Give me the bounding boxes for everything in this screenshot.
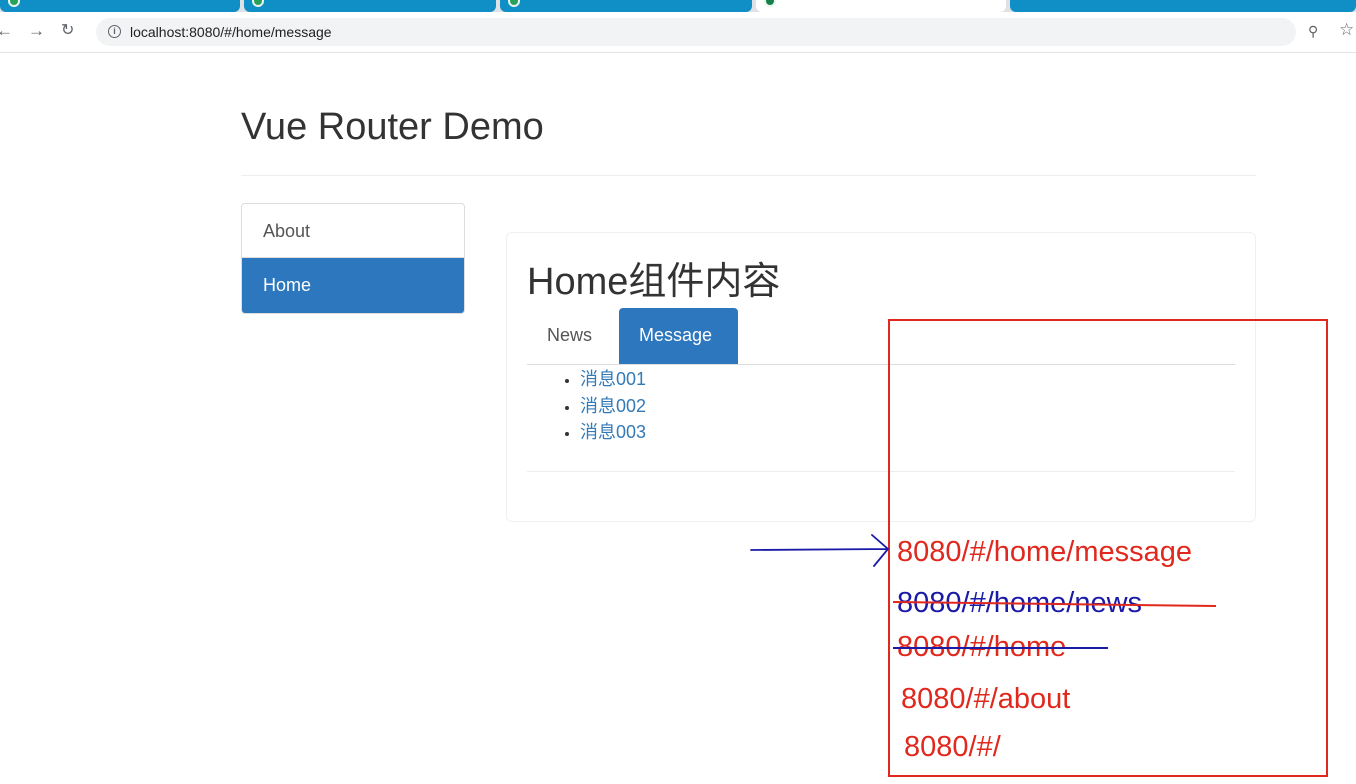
info-icon[interactable]: i bbox=[108, 25, 121, 38]
browser-tab[interactable] bbox=[0, 0, 240, 12]
annotation-arrow-icon bbox=[750, 534, 890, 567]
tab-message[interactable]: Message bbox=[619, 308, 738, 364]
url-text[interactable]: localhost:8080/#/home/message bbox=[130, 24, 332, 40]
zoom-icon[interactable]: ⚲ bbox=[1308, 23, 1318, 40]
reload-icon[interactable]: ↻ bbox=[61, 20, 74, 42]
message-list: 消息001 消息002 消息003 bbox=[562, 366, 646, 446]
favicon-icon bbox=[252, 0, 264, 7]
star-icon[interactable]: ☆ bbox=[1339, 20, 1354, 40]
title-divider bbox=[241, 175, 1256, 176]
annotation-route-home-message: 8080/#/home/message bbox=[897, 536, 1193, 568]
favicon-icon bbox=[508, 0, 520, 7]
browser-toolbar: ← → ↻ i localhost:8080/#/home/message ⚲ … bbox=[0, 12, 1356, 53]
browser-tab-strip bbox=[0, 0, 1356, 12]
forward-icon[interactable]: → bbox=[28, 20, 45, 42]
message-link[interactable]: 消息002 bbox=[580, 393, 646, 420]
browser-tab[interactable] bbox=[1010, 0, 1356, 12]
page-title: Vue Router Demo bbox=[241, 106, 544, 148]
nav-link-about[interactable]: About bbox=[242, 204, 464, 258]
message-link[interactable]: 消息001 bbox=[580, 366, 646, 393]
tab-news[interactable]: News bbox=[527, 308, 619, 364]
browser-tab[interactable] bbox=[244, 0, 496, 12]
annotation-route-root: 8080/#/ bbox=[904, 731, 1001, 763]
nav-link-home[interactable]: Home bbox=[242, 258, 464, 313]
browser-tab[interactable] bbox=[500, 0, 752, 12]
message-link[interactable]: 消息003 bbox=[580, 419, 646, 446]
side-nav: About Home bbox=[241, 203, 465, 314]
annotation-route-about: 8080/#/about bbox=[901, 683, 1071, 715]
browser-tab-active[interactable] bbox=[756, 0, 1006, 12]
back-icon[interactable]: ← bbox=[0, 20, 13, 42]
favicon-icon bbox=[8, 0, 20, 7]
address-bar[interactable]: i localhost:8080/#/home/message bbox=[96, 18, 1296, 46]
favicon-icon bbox=[764, 0, 776, 7]
strike-line bbox=[893, 647, 1108, 649]
home-heading: Home组件内容 bbox=[527, 261, 781, 303]
